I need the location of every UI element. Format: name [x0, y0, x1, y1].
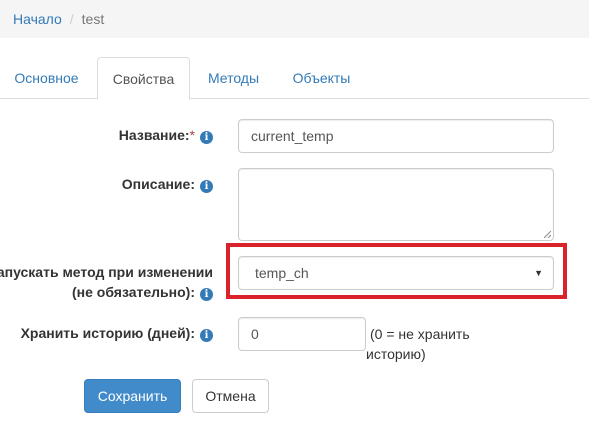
description-label: Описание: — [121, 176, 195, 192]
info-icon[interactable]: i — [200, 288, 213, 301]
breadcrumb-separator: / — [69, 11, 74, 27]
name-input[interactable]: current_temp — [238, 119, 554, 153]
info-icon[interactable]: i — [200, 329, 213, 342]
highlight-box — [226, 243, 567, 299]
save-button[interactable]: Сохранить — [84, 379, 181, 413]
name-label-row: Название:* i — [119, 125, 213, 145]
history-label-row: Хранить историю (дней): i — [21, 323, 213, 343]
on-change-method-label: Запускать метод при изменении — [0, 264, 213, 280]
info-icon[interactable]: i — [200, 131, 213, 144]
on-change-method-label-optional: (не обязательно): — [71, 284, 195, 300]
name-label: Название: — [118, 127, 190, 143]
tab-general[interactable]: Основное — [0, 57, 93, 99]
name-input-value: current_temp — [251, 128, 334, 144]
history-hint-line1: (0 = не хранить — [370, 326, 470, 342]
history-hint-line2: историю) — [366, 346, 426, 362]
page: Начало / test Основное Свойства Методы Объ… — [0, 0, 589, 444]
breadcrumb-home-link[interactable]: Начало — [13, 11, 62, 27]
breadcrumb-current: test — [81, 11, 105, 27]
info-icon[interactable]: i — [200, 180, 213, 193]
tab-properties[interactable]: Свойства — [97, 57, 190, 100]
breadcrumb: Начало / test — [0, 0, 589, 38]
description-textarea[interactable] — [238, 168, 554, 241]
tab-bar: Основное Свойства Методы Объекты — [0, 57, 589, 100]
tab-methods[interactable]: Методы — [193, 57, 274, 99]
required-asterisk: * — [189, 127, 195, 143]
history-hint: (0 = не хранить историю) — [366, 324, 470, 364]
history-label: Хранить историю (дней): — [20, 325, 195, 341]
description-label-row: Описание: i — [122, 174, 213, 194]
cancel-button[interactable]: Отмена — [192, 379, 269, 413]
resize-grip-icon[interactable] — [543, 230, 551, 238]
on-change-method-label-row: Запускать метод при изменении (не обязат… — [0, 262, 213, 302]
history-days-input[interactable]: 0 — [238, 317, 366, 351]
history-days-value: 0 — [251, 326, 259, 342]
tab-objects[interactable]: Объекты — [278, 57, 365, 99]
